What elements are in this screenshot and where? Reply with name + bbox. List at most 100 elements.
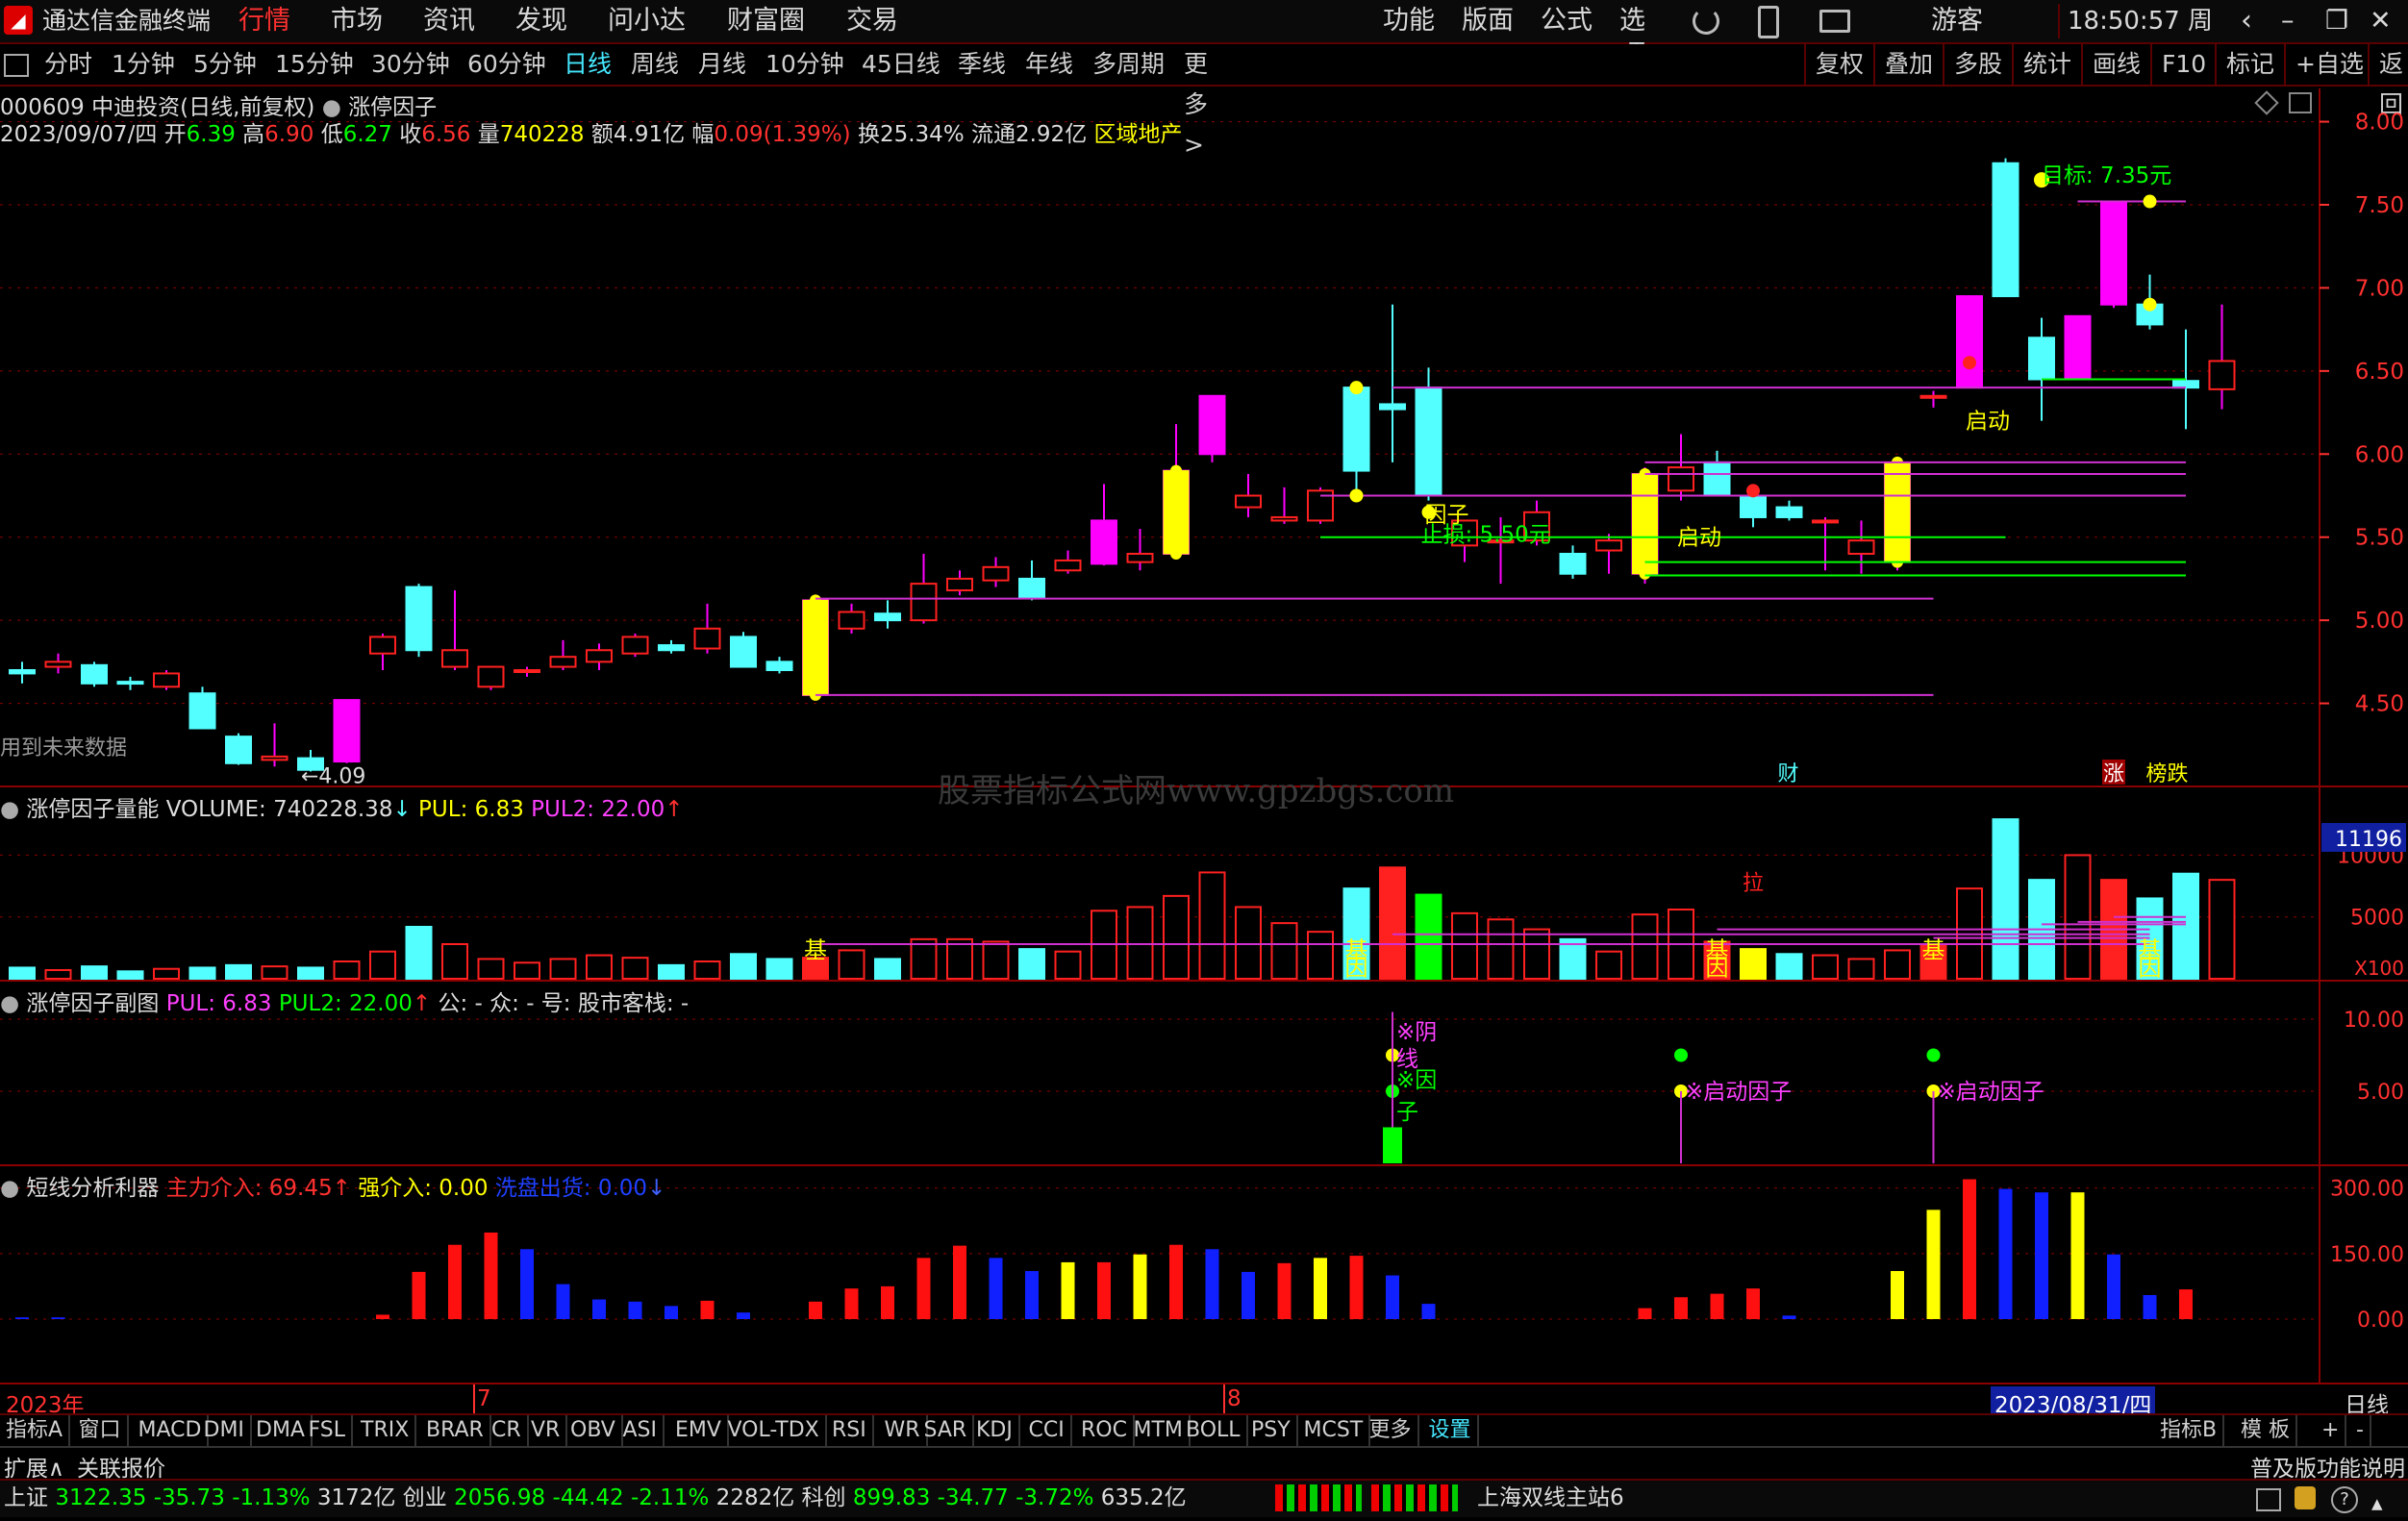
short-bar [1314,1258,1327,1319]
signal-icon[interactable]: ▴ [2371,1486,2383,1521]
indicator-tab-RSI[interactable]: RSI [826,1415,874,1446]
indicator-tab-CCI[interactable]: CCI [1023,1415,1072,1446]
short-bar [2035,1192,2048,1319]
volume-bar [910,937,938,980]
right-tab-+[interactable]: + [2316,1415,2347,1446]
indicator-tab-SAR[interactable]: SAR [918,1415,975,1446]
right-tab--[interactable]: - [2350,1415,2371,1446]
candle-body [1703,461,1731,497]
candle-body [765,661,793,671]
window-icon[interactable] [2256,1488,2281,1511]
volume-bar [225,963,252,980]
feature-tip[interactable]: 普及版功能说明 [2250,1450,2405,1483]
candle-body [44,661,72,668]
panel-dot-icon[interactable]: ● [0,1176,19,1201]
short-bar [1097,1261,1111,1319]
indicator-tab-TRIX[interactable]: TRIX [355,1415,417,1446]
candle-body [1342,386,1370,472]
indicator-tab-VR[interactable]: VR [525,1415,568,1446]
expand-button[interactable]: 扩展∧ [4,1450,64,1483]
candle-body [153,672,180,688]
linked-quote-button[interactable]: 关联报价 [77,1450,165,1483]
kc-value: 899.83 [852,1485,931,1510]
indicator-tab-PSY[interactable]: PSY [1245,1415,1298,1446]
short-bar [15,1317,29,1319]
volume-bar [2208,879,2236,981]
candle-body [910,583,938,622]
volume-panel-name[interactable]: 涨停因子量能 [26,797,159,822]
sh-index[interactable]: 上证 3122.35 -35.73 -1.13% 3172亿 创业 2056.9… [4,1481,1187,1515]
indicator-tab-ASI[interactable]: ASI [617,1415,665,1446]
future-data-note: 用到未来数据 [0,736,127,760]
candle-body [1235,494,1262,509]
volume-bar [477,958,505,981]
indicator-tab-DMI[interactable]: DMI [198,1415,252,1446]
candle-body [9,669,36,675]
volume-bar [369,950,396,981]
short-bar [1782,1315,1796,1319]
indicator-tab-BRAR[interactable]: BRAR [420,1415,491,1446]
target-label: 目标: 7.35元 [2042,163,2171,188]
short-bar [1891,1271,1904,1319]
short-bar [412,1271,426,1319]
volume-bar [116,970,144,980]
right-tab-模 板[interactable]: 模 板 [2235,1415,2297,1446]
sh-label: 上证 [4,1485,48,1510]
indicator-tab-更多[interactable]: 更多 [1364,1415,1419,1446]
volume-bar [874,958,901,981]
short-panel-name[interactable]: 短线分析利器 [26,1176,159,1201]
indicator-tab-MCST[interactable]: MCST [1298,1415,1371,1446]
indicator-tab-指标A[interactable]: 指标A [0,1415,71,1446]
vol-pul2: PUL2: 22.00 [531,797,665,822]
panel-dot-icon[interactable]: ● [0,797,19,822]
indicator-tab-KDJ[interactable]: KDJ [970,1415,1020,1446]
lock-icon[interactable] [2295,1486,2316,1509]
panel-dot-icon[interactable]: ● [0,991,19,1016]
indicator-tab-OBV[interactable]: OBV [564,1415,623,1446]
candle-body [1847,539,1875,556]
short-bar [665,1306,678,1319]
volume-bar [514,961,540,980]
zhang-marker: 涨 [2103,762,2124,786]
limit-candle-highlight [1884,461,1911,563]
server-name[interactable]: 上海双线主站6 [1477,1481,1624,1515]
candle-body [838,611,865,630]
candle-body [116,681,144,686]
sh-amount: 3172亿 [316,1485,396,1510]
indicator-tab-BOLL[interactable]: BOLL [1180,1415,1248,1446]
market-breadth-icon[interactable] [1371,1484,1458,1511]
indicator-tab-FSL[interactable]: FSL [303,1415,353,1446]
candle-body [1919,394,1947,399]
indicator-tab-VOL-TDX[interactable]: VOL-TDX [722,1415,827,1446]
cy-amount: 2282亿 [715,1485,795,1510]
indicator-tab-CR[interactable]: CR [486,1415,529,1446]
candle-body [2208,360,2236,390]
short-bar [556,1284,570,1319]
volume-bar [1884,949,1911,981]
sub-panel-name[interactable]: 涨停因子副图 [26,991,159,1016]
candle-body [1559,553,1587,575]
volume-bar [1163,894,1190,980]
volume-bar [765,958,793,981]
indicator-tab-ROC[interactable]: ROC [1075,1415,1135,1446]
short-bar [484,1233,498,1319]
indicator-tab-窗口[interactable]: 窗口 [73,1415,129,1446]
yin-label: 因 [1345,954,1368,981]
candle-body [1054,559,1082,572]
sub-tick-label: 5.00 [2357,1081,2404,1105]
right-tab-指标B[interactable]: 指标B [2154,1415,2225,1446]
short-bar [916,1258,931,1319]
indicator-tab-设置[interactable]: 设置 [1423,1415,1479,1446]
candle-body [730,636,757,668]
short-bar [2143,1295,2157,1319]
market-breadth-icon[interactable] [1275,1484,1362,1511]
time-m8: 8 [1227,1386,1242,1411]
indicator-tab-EMV[interactable]: EMV [669,1415,729,1446]
candle-body [225,736,252,764]
limit-candle-highlight [1632,473,1658,575]
help-icon[interactable]: ? [2331,1486,2358,1513]
cy-label: 创业 [402,1485,447,1510]
volume-bar [1523,928,1550,980]
candle-body [658,644,685,652]
volume-bar [693,960,721,980]
